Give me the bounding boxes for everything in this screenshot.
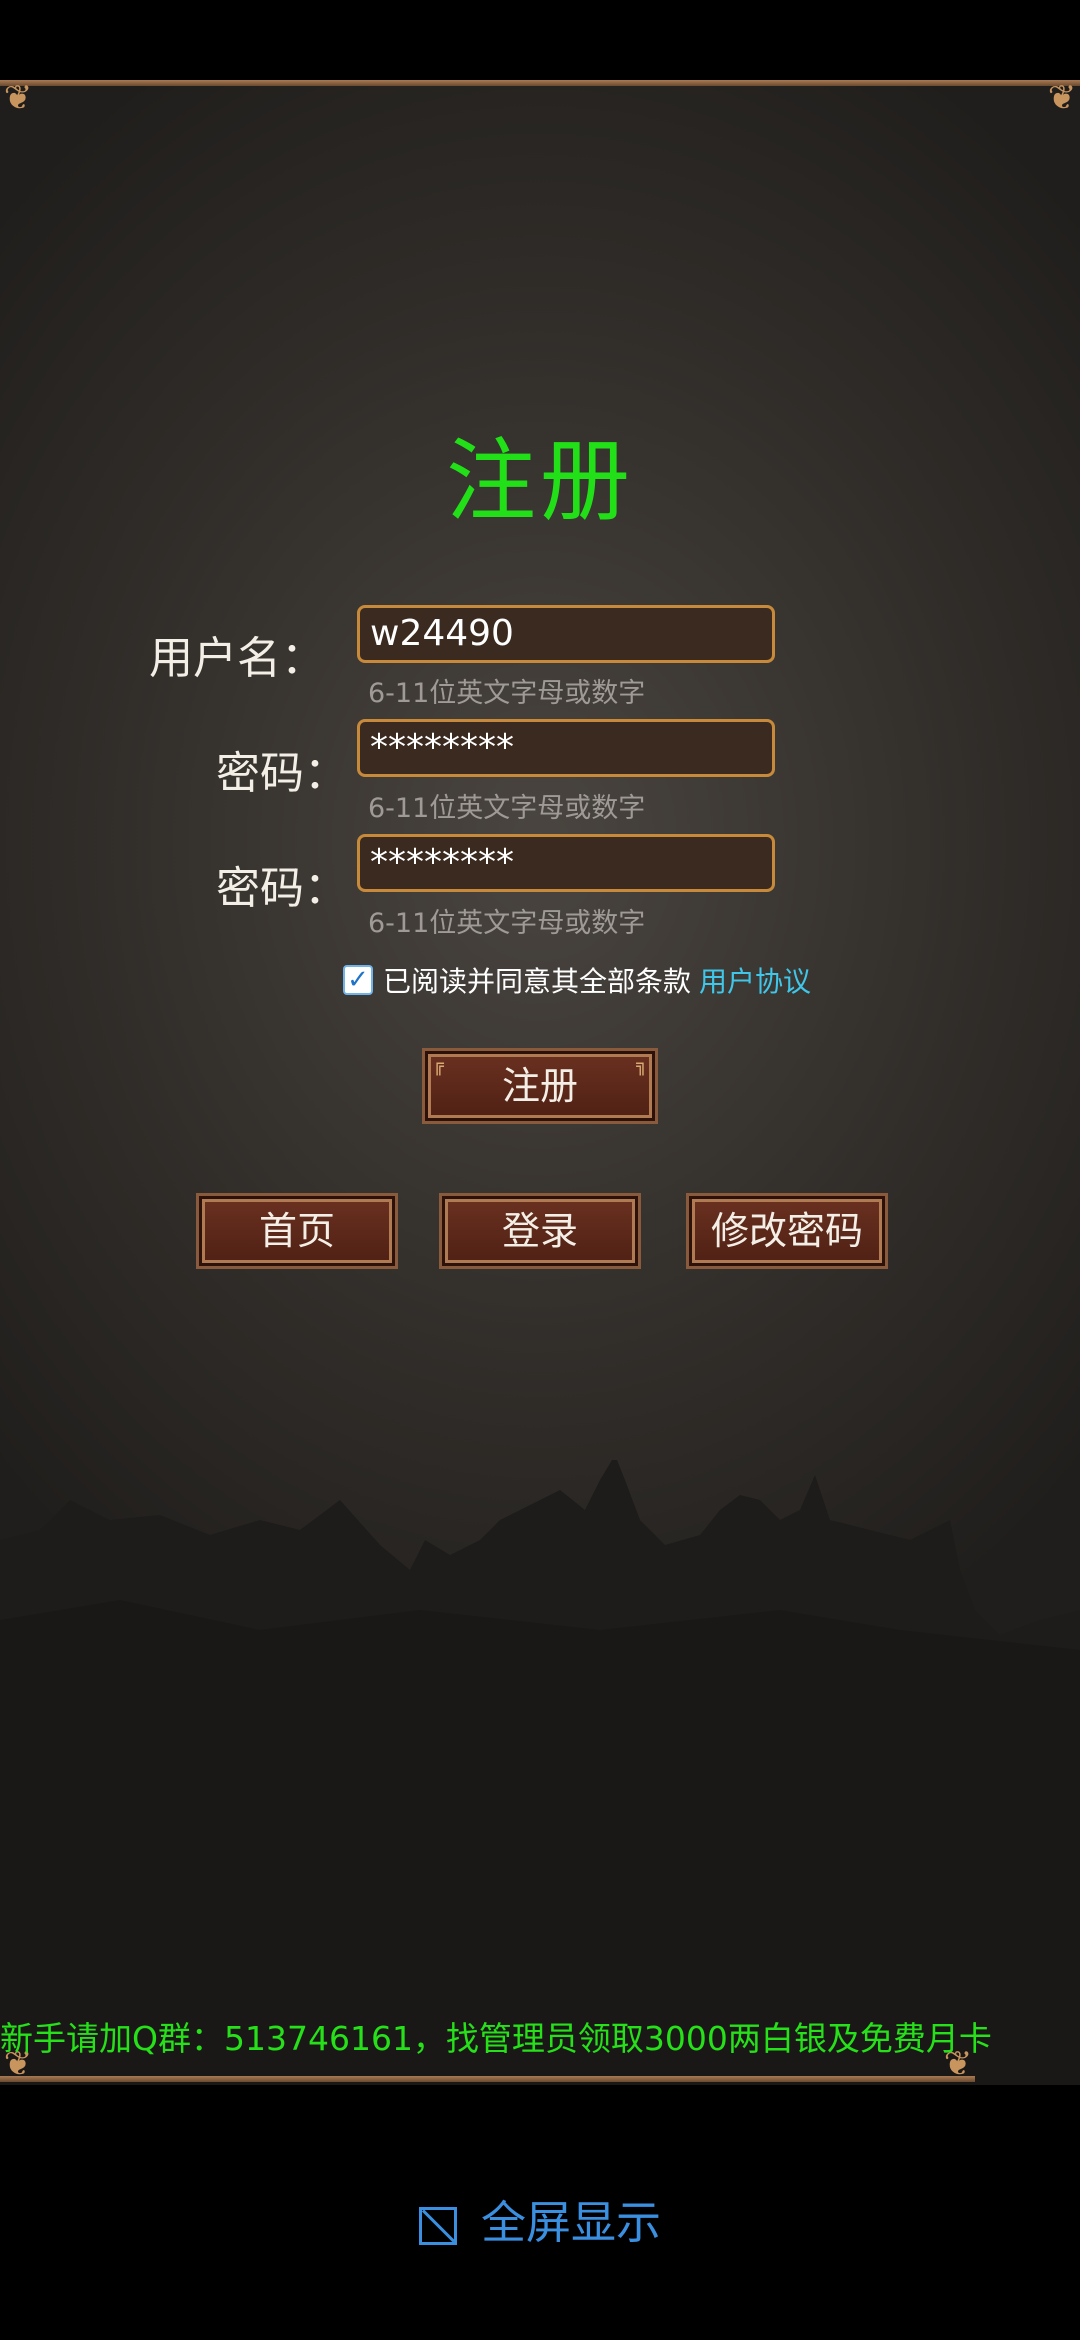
fullscreen-icon: [418, 2207, 457, 2245]
password-label: 密码：: [216, 748, 348, 799]
corner-ornament-icon: ❦: [1047, 78, 1077, 118]
username-input[interactable]: w24490: [357, 605, 775, 663]
change-password-button-label: 修改密码: [710, 1209, 863, 1253]
agreement-text: 已阅读并同意其全部条款: [383, 965, 692, 998]
checkmark-icon: ✓: [347, 965, 369, 995]
agreement-row: ✓ 已阅读并同意其全部条款 用户协议: [343, 962, 811, 998]
password-hint: 6-11位英文字母或数字: [368, 793, 646, 824]
frame-top-border: [0, 80, 1080, 86]
corner-ornament-icon: ❦: [3, 78, 33, 118]
corner-ornament-icon: ╔: [433, 1055, 444, 1076]
user-agreement-link[interactable]: 用户协议: [699, 960, 811, 1000]
password-input[interactable]: ********: [357, 719, 775, 777]
home-button-label: 首页: [258, 1209, 335, 1253]
fullscreen-button[interactable]: 全屏显示: [0, 2186, 1080, 2251]
home-button[interactable]: 首页: [196, 1193, 398, 1269]
fullscreen-label: 全屏显示: [480, 2196, 661, 2249]
username-label: 用户名：: [149, 633, 325, 684]
page-title: 注册: [446, 429, 634, 534]
notice-banner: 新手请加Q群：513746161，找管理员领取3000两白银及免费月卡: [0, 2019, 992, 2058]
confirm-password-label: 密码：: [216, 863, 348, 914]
temple-silhouette: [0, 1460, 1080, 2085]
corner-ornament-icon: ╗: [636, 1055, 647, 1076]
register-button[interactable]: ╔ ╗ 注册: [422, 1048, 658, 1124]
agreement-checkbox[interactable]: ✓: [343, 965, 373, 995]
username-hint: 6-11位英文字母或数字: [368, 678, 646, 709]
confirm-password-hint: 6-11位英文字母或数字: [368, 908, 646, 939]
change-password-button[interactable]: 修改密码: [686, 1193, 888, 1269]
login-button-label: 登录: [501, 1209, 578, 1253]
frame-bottom-border: [0, 2076, 975, 2082]
register-button-label: 注册: [501, 1064, 578, 1108]
confirm-password-input[interactable]: ********: [357, 834, 775, 892]
login-button[interactable]: 登录: [439, 1193, 641, 1269]
